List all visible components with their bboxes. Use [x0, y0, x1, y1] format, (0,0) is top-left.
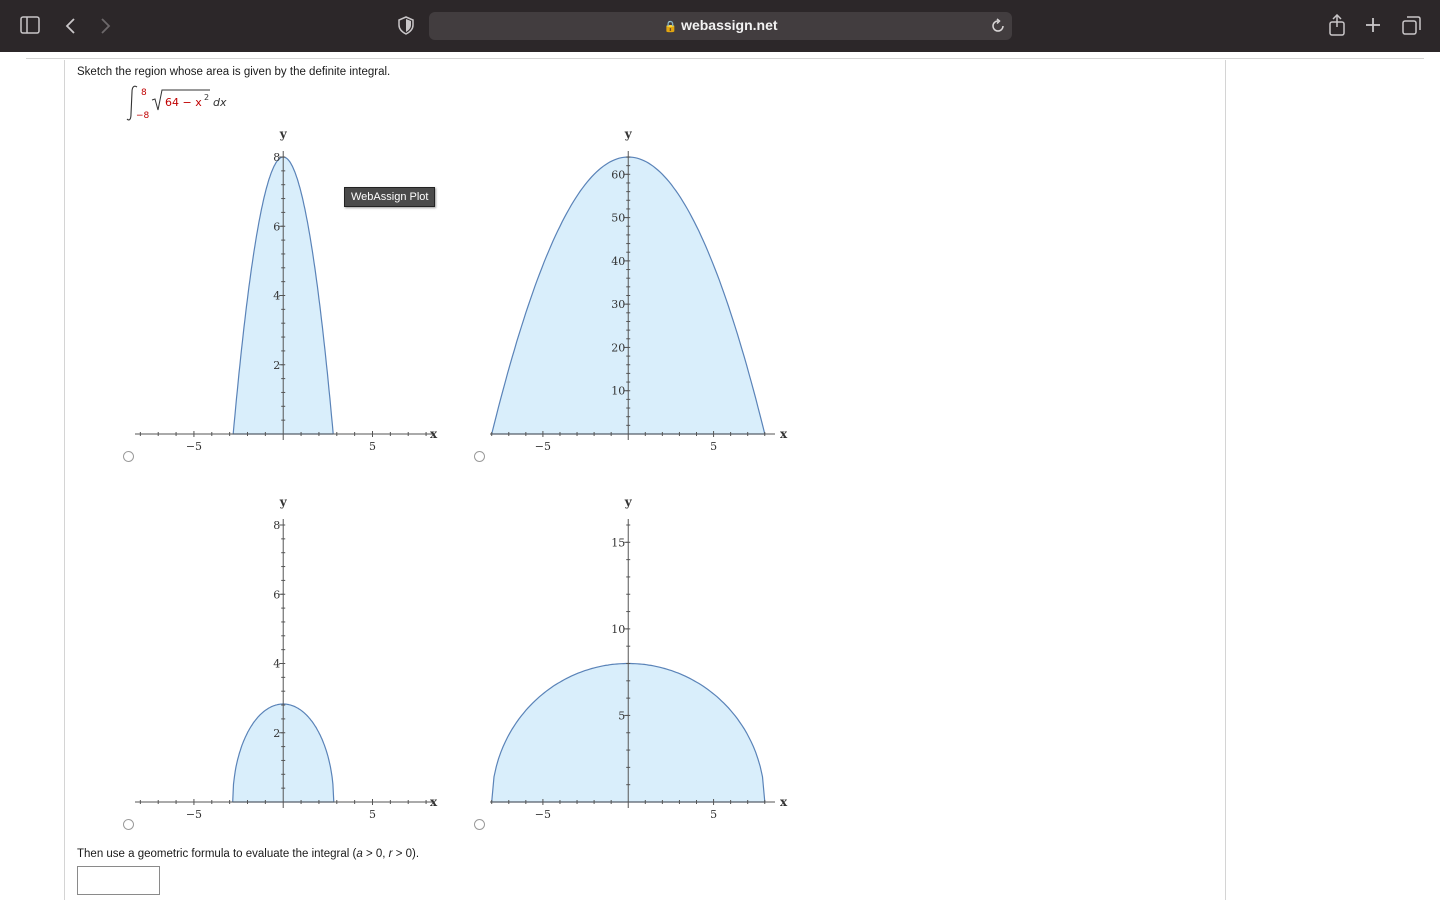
x-tick-label: −5: [186, 440, 202, 453]
lock-icon: 🔒: [663, 21, 678, 33]
y-axis-label: y: [279, 495, 288, 509]
y-tick-label: 15: [611, 536, 625, 549]
reload-icon[interactable]: [990, 18, 1006, 34]
integral-exponent: 2: [204, 93, 209, 102]
y-tick-label: 2: [273, 727, 280, 740]
plot-option-a: −5 5 2 4 6 8 x y: [135, 127, 438, 453]
x-tick-label: −5: [535, 808, 551, 821]
back-icon[interactable]: [64, 17, 78, 35]
integral-radicand: 64 − x: [165, 96, 202, 109]
answer-input[interactable]: [77, 866, 160, 895]
new-tab-icon[interactable]: [1365, 17, 1381, 33]
question-prompt: Sketch the region whose area is given by…: [77, 66, 391, 78]
x-tick-label: 5: [710, 440, 717, 453]
radio-option-d[interactable]: [474, 819, 485, 830]
radio-option-c[interactable]: [123, 819, 134, 830]
x-tick-label: 5: [369, 808, 376, 821]
x-axis-label: x: [430, 795, 438, 809]
y-axis-label: y: [624, 127, 633, 141]
integral-differential: dx: [213, 96, 227, 109]
url-display: 🔒 webassign.net: [663, 17, 778, 33]
x-tick-label: −5: [186, 808, 202, 821]
followup-prompt: Then use a geometric formula to evaluate…: [77, 848, 420, 860]
y-tick-label: 20: [611, 341, 625, 354]
y-tick-label: 60: [611, 168, 625, 181]
tab-overview-icon[interactable]: [1402, 16, 1421, 35]
y-tick-label: 6: [273, 220, 280, 233]
x-axis-label: x: [780, 427, 788, 441]
y-axis-label: y: [279, 127, 288, 141]
integral-upper-limit: 8: [141, 88, 147, 98]
y-tick-label: 4: [273, 290, 280, 303]
address-bar[interactable]: 🔒 webassign.net: [429, 12, 1012, 40]
browser-titlebar: 🔒 webassign.net: [0, 0, 1440, 52]
radio-option-b[interactable]: [474, 451, 485, 462]
forward-icon[interactable]: [98, 17, 112, 35]
page-top-border: [26, 58, 1424, 59]
radio-option-a[interactable]: [123, 451, 134, 462]
sidebar-toggle-icon[interactable]: [20, 16, 40, 34]
x-tick-label: −5: [535, 440, 551, 453]
y-tick-label: 8: [273, 519, 280, 532]
y-axis-label: y: [624, 495, 633, 509]
plot-option-b: −5 5 10 20 30 40 50 60 x y: [490, 127, 788, 453]
plot-option-c: −5 5 2 4 6 8 x y: [135, 495, 438, 821]
x-tick-label: 5: [369, 440, 376, 453]
y-tick-label: 5: [618, 709, 625, 722]
y-tick-label: 6: [273, 588, 280, 601]
y-tick-label: 2: [273, 359, 280, 372]
x-axis-label: x: [780, 795, 788, 809]
y-tick-label: 30: [611, 298, 625, 311]
share-icon[interactable]: [1328, 14, 1346, 36]
plot-tooltip: WebAssign Plot: [344, 187, 436, 207]
integral-expression: 8 −8 64 − x 2 dx: [126, 85, 227, 121]
x-axis-label: x: [430, 427, 438, 441]
x-tick-label: 5: [710, 808, 717, 821]
integral-lower-limit: −8: [136, 111, 150, 121]
y-tick-label: 10: [611, 623, 625, 636]
y-tick-label: 40: [611, 255, 625, 268]
y-tick-label: 4: [273, 658, 280, 671]
y-tick-label: 10: [611, 385, 625, 398]
shield-icon[interactable]: [398, 16, 414, 35]
y-tick-label: 50: [611, 212, 625, 225]
y-tick-label: 8: [273, 151, 280, 164]
plot-option-d: −5 5 5 10 15 x y: [490, 495, 788, 821]
